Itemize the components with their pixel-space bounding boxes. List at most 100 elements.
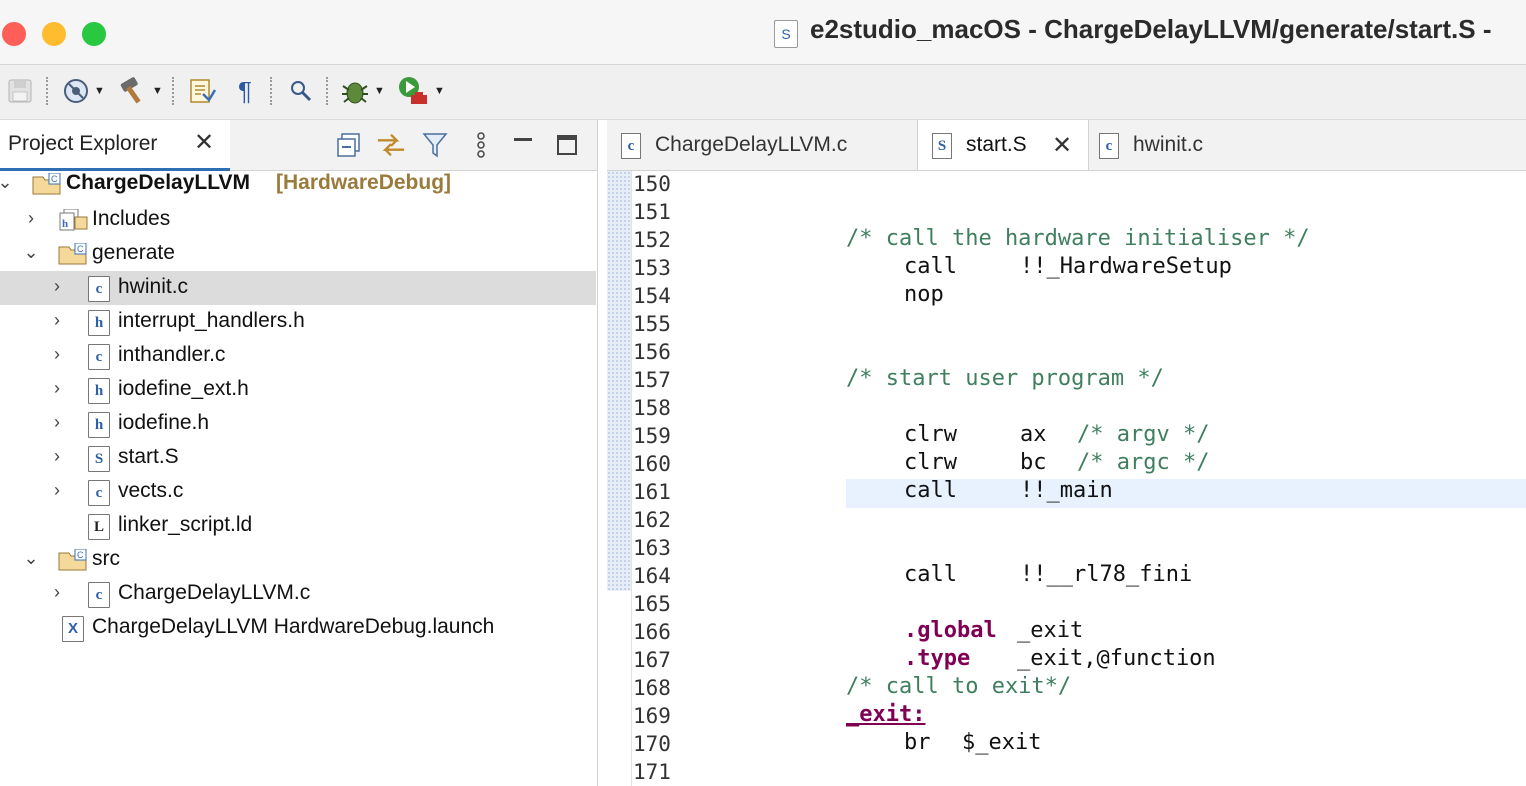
filter-icon[interactable] bbox=[420, 130, 450, 160]
debug-bug-icon[interactable]: ▼ bbox=[336, 75, 388, 107]
project-explorer-tabbar: Project Explorer ✕ bbox=[0, 120, 597, 171]
tree-item-file[interactable]: › c inthandler.c bbox=[0, 339, 596, 373]
tree-item-file[interactable]: › c ChargeDelayLLVM.c bbox=[0, 577, 596, 611]
tree-label-file: iodefine_ext.h bbox=[118, 377, 249, 400]
chevron-right-icon[interactable]: › bbox=[48, 310, 66, 331]
build-config-icon[interactable]: ▼ bbox=[58, 75, 108, 107]
close-icon[interactable]: ✕ bbox=[194, 131, 214, 155]
chevron-right-icon[interactable]: › bbox=[48, 344, 66, 365]
tree-item-launch[interactable]: X ChargeDelayLLVM HardwareDebug.launch bbox=[0, 611, 596, 645]
code-opcode: clrw bbox=[904, 450, 957, 475]
source-folder-icon: C bbox=[58, 243, 87, 265]
tree-label-file: interrupt_handlers.h bbox=[118, 309, 305, 332]
tree-item-file[interactable]: › c hwinit.c bbox=[0, 271, 596, 305]
tree-label-file: inthandler.c bbox=[118, 343, 226, 366]
code-comment: /* call to exit*/ bbox=[846, 674, 1072, 699]
c-file-icon: c bbox=[88, 582, 110, 608]
chevron-right-icon[interactable]: › bbox=[48, 446, 66, 467]
close-icon[interactable]: ✕ bbox=[1052, 131, 1072, 160]
show-whitespace-icon[interactable]: ¶ bbox=[228, 75, 262, 107]
line-number: 154 bbox=[633, 284, 671, 308]
tree-label-file: iodefine.h bbox=[118, 411, 210, 434]
code-editor: c ChargeDelayLLVM.c S start.S ✕ c hwinit… bbox=[607, 120, 1526, 786]
chevron-right-icon[interactable]: › bbox=[48, 378, 66, 399]
maximize-icon[interactable] bbox=[552, 130, 582, 160]
view-menu-icon[interactable] bbox=[466, 130, 496, 160]
line-number: 170 bbox=[633, 732, 671, 756]
code-operand: !!_HardwareSetup bbox=[1020, 254, 1232, 279]
chevron-right-icon[interactable]: › bbox=[48, 276, 66, 297]
toggle-mark-occurrences-icon[interactable] bbox=[184, 75, 220, 107]
c-file-icon: c bbox=[88, 344, 110, 370]
toolbar-separator bbox=[172, 77, 176, 105]
line-number: 163 bbox=[633, 536, 671, 560]
tree-label-file: linker_script.ld bbox=[118, 513, 253, 536]
build-hammer-icon[interactable]: ▼ bbox=[114, 75, 166, 107]
tree-label-generate: generate bbox=[92, 241, 175, 264]
close-window-button[interactable] bbox=[2, 22, 26, 46]
tab-start-s[interactable]: S start.S ✕ bbox=[917, 120, 1089, 170]
project-explorer-view: Project Explorer ✕ ⌄ C ChargeDelayLLVM [… bbox=[0, 120, 598, 786]
code-comment: /* call the hardware initialiser */ bbox=[846, 226, 1310, 251]
svg-text:C: C bbox=[77, 550, 84, 560]
includes-icon: h bbox=[59, 209, 88, 231]
line-number: 150 bbox=[633, 172, 671, 196]
chevron-right-icon[interactable]: › bbox=[48, 480, 66, 501]
svg-text:C: C bbox=[77, 244, 84, 254]
tree-label-includes: Includes bbox=[92, 207, 171, 230]
link-with-editor-icon[interactable] bbox=[376, 130, 406, 160]
tree-label-file: ChargeDelayLLVM.c bbox=[118, 581, 311, 604]
chevron-right-icon[interactable]: › bbox=[22, 208, 40, 229]
line-number: 162 bbox=[633, 508, 671, 532]
line-number: 156 bbox=[633, 340, 671, 364]
line-number: 153 bbox=[633, 256, 671, 280]
project-name: ChargeDelayLLVM bbox=[66, 171, 250, 194]
asm-file-icon: S bbox=[88, 446, 110, 472]
code-comment: /* argc */ bbox=[1077, 450, 1210, 475]
toolbar-separator bbox=[46, 77, 50, 105]
line-number: 159 bbox=[633, 424, 671, 448]
code-operand: _exit,@function bbox=[1017, 646, 1216, 671]
minimize-window-button[interactable] bbox=[42, 22, 66, 46]
chevron-right-icon[interactable]: › bbox=[48, 412, 66, 433]
chevron-down-icon[interactable]: ⌄ bbox=[22, 548, 40, 569]
minimize-icon[interactable] bbox=[508, 130, 538, 160]
line-number: 151 bbox=[633, 200, 671, 224]
c-file-icon: c bbox=[621, 133, 641, 159]
tree-item-file[interactable]: › S start.S bbox=[0, 441, 596, 475]
window-title: e2studio_macOS - ChargeDelayLLVM/generat… bbox=[810, 14, 1492, 44]
tab-chargedelayllvm-c[interactable]: c ChargeDelayLLVM.c bbox=[607, 120, 915, 170]
code-operand: _exit bbox=[1017, 618, 1084, 643]
h-file-icon: h bbox=[88, 412, 110, 438]
tree-item-generate[interactable]: ⌄ C generate bbox=[0, 237, 596, 271]
collapse-all-icon[interactable] bbox=[334, 130, 364, 160]
tree-item-src[interactable]: ⌄ C src bbox=[0, 543, 596, 577]
tree-label-file: vects.c bbox=[118, 479, 184, 502]
h-file-icon: h bbox=[88, 378, 110, 404]
tree-item-file[interactable]: › h interrupt_handlers.h bbox=[0, 305, 596, 339]
gutter-divider bbox=[631, 171, 632, 786]
chevron-down-icon[interactable]: ⌄ bbox=[0, 172, 14, 193]
code-operand: $_exit bbox=[962, 730, 1042, 755]
search-icon[interactable] bbox=[284, 75, 318, 107]
zoom-window-button[interactable] bbox=[82, 22, 106, 46]
line-number: 161 bbox=[633, 480, 671, 504]
tree-item-file[interactable]: L linker_script.ld bbox=[0, 509, 596, 543]
run-launch-icon[interactable]: ▼ bbox=[394, 75, 448, 107]
tree-item-file[interactable]: › h iodefine.h bbox=[0, 407, 596, 441]
save-icon[interactable] bbox=[4, 75, 36, 107]
tree-item-file[interactable]: › h iodefine_ext.h bbox=[0, 373, 596, 407]
chevron-down-icon[interactable]: ⌄ bbox=[22, 242, 40, 263]
tree-label-file: hwinit.c bbox=[118, 275, 189, 298]
tree-item-includes[interactable]: › h Includes bbox=[0, 203, 596, 237]
line-number: 169 bbox=[633, 704, 671, 728]
editor-tabbar: c ChargeDelayLLVM.c S start.S ✕ c hwinit… bbox=[607, 120, 1526, 171]
linker-file-icon: L bbox=[88, 514, 110, 540]
tab-project-explorer[interactable]: Project Explorer ✕ bbox=[0, 120, 230, 171]
svg-text:C: C bbox=[51, 174, 58, 184]
line-number: 160 bbox=[633, 452, 671, 476]
tree-item-project[interactable]: ⌄ C ChargeDelayLLVM [HardwareDebug] bbox=[0, 167, 596, 201]
chevron-right-icon[interactable]: › bbox=[48, 582, 66, 603]
tab-hwinit-c[interactable]: c hwinit.c bbox=[1085, 120, 1245, 170]
tree-item-file[interactable]: › c vects.c bbox=[0, 475, 596, 509]
